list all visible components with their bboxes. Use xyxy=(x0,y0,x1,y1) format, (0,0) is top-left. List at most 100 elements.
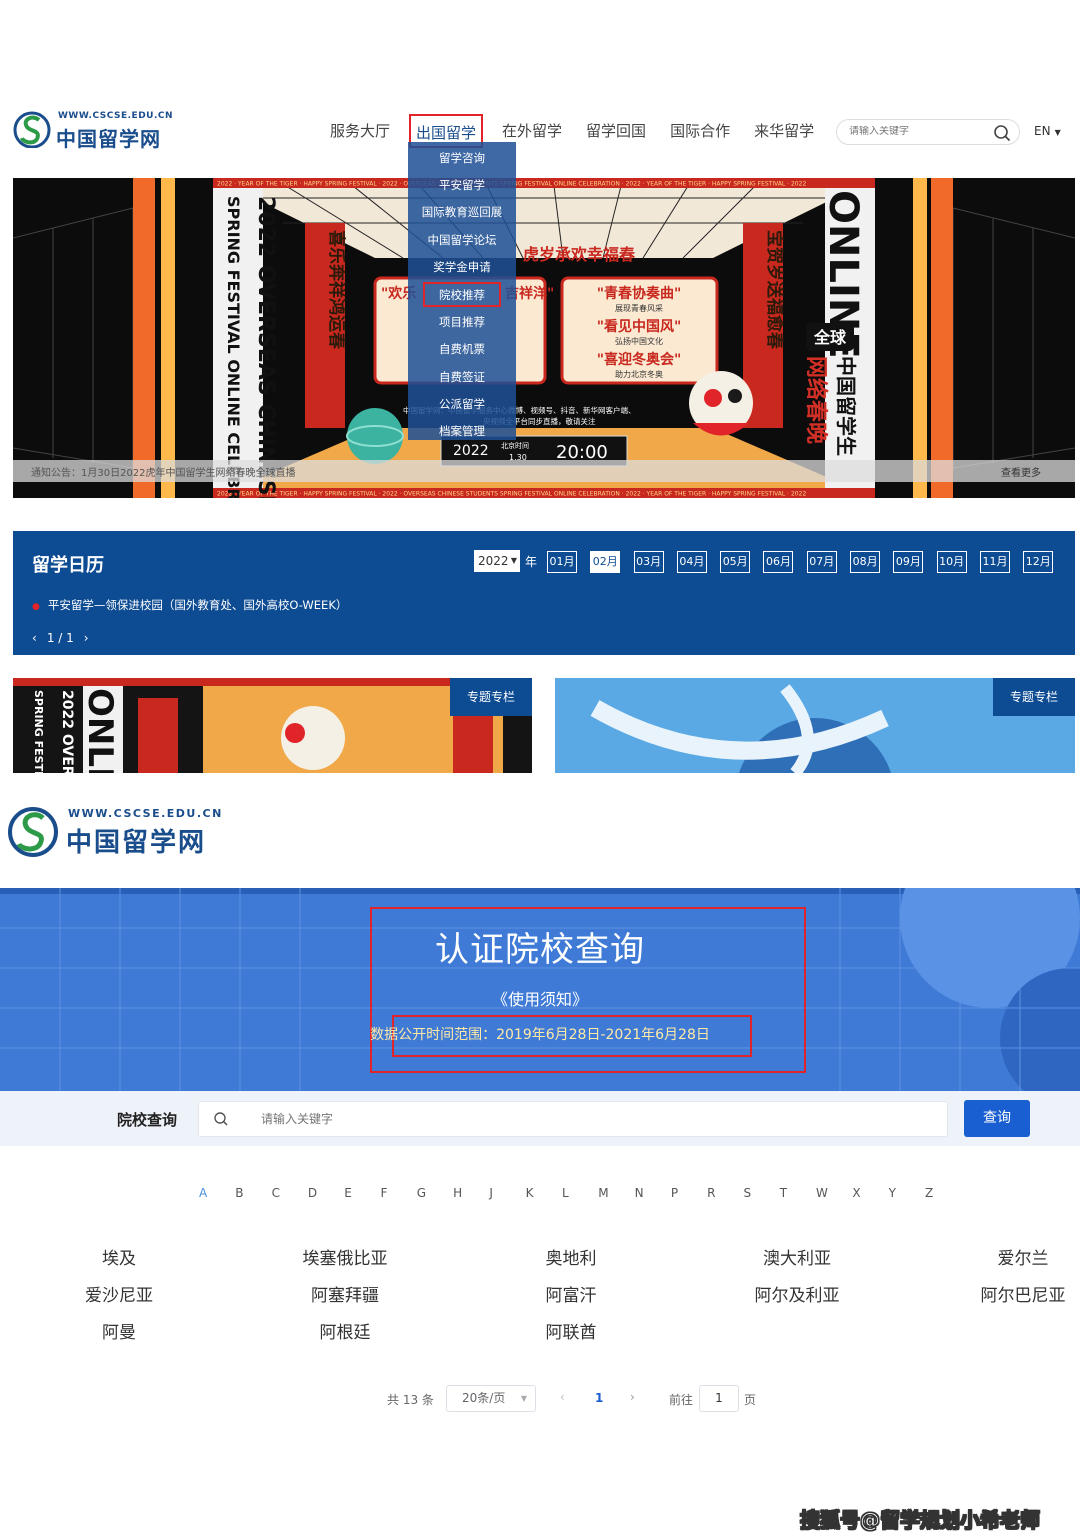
logo-url: WWW.CSCSE.EDU.CN xyxy=(68,807,223,820)
letter-filter[interactable]: R xyxy=(707,1186,743,1200)
letter-filter[interactable]: G xyxy=(417,1186,453,1200)
month-tab[interactable]: 12月 xyxy=(1023,551,1054,573)
letter-filter[interactable]: S xyxy=(743,1186,779,1200)
feature-card-right[interactable]: 专题专栏 xyxy=(555,678,1075,773)
letter-filter[interactable]: F xyxy=(380,1186,416,1200)
dropdown-item-scholarship[interactable]: 奖学金申请 xyxy=(408,254,516,281)
banner-couplet-left: 喜乐奔祥鸿运春 xyxy=(326,230,347,349)
month-tab[interactable]: 03月 xyxy=(633,551,664,573)
letter-filter[interactable]: C xyxy=(272,1186,308,1200)
chevron-down-icon: ▼ xyxy=(510,556,517,565)
month-tab[interactable]: 08月 xyxy=(850,551,881,573)
chevron-right-icon[interactable]: › xyxy=(84,631,89,645)
view-more-link[interactable]: 查看更多 xyxy=(1001,464,1041,479)
letter-filter[interactable]: E xyxy=(344,1186,380,1200)
dropdown-item-edu-expo[interactable]: 国际教育巡回展 xyxy=(408,199,516,226)
language-switch[interactable]: EN ▼ xyxy=(1034,124,1061,138)
nav-intl-cooperation[interactable]: 国际合作 xyxy=(658,120,742,144)
country-item[interactable]: 爱尔兰 xyxy=(998,1244,1049,1269)
dropdown-item-safe-study[interactable]: 平安留学 xyxy=(408,172,516,199)
country-item[interactable]: 埃及 xyxy=(102,1244,136,1269)
dropdown-item-school-recommend[interactable]: 院校推荐 xyxy=(423,281,501,307)
query-button[interactable]: 查询 xyxy=(964,1100,1030,1137)
page-size-select[interactable]: 20条/页 ▼ xyxy=(446,1385,536,1412)
chevron-left-icon[interactable]: ‹ xyxy=(560,1390,565,1404)
banner-year: 2022 xyxy=(453,443,489,459)
card-left-online: ONLINE xyxy=(80,688,120,773)
caret-down-icon: ▼ xyxy=(1054,128,1061,137)
country-item[interactable]: 阿曼 xyxy=(102,1318,136,1343)
letter-filter[interactable]: T xyxy=(780,1186,816,1200)
dropdown-item-flight[interactable]: 自费机票 xyxy=(408,336,516,363)
nav-study-in-china[interactable]: 来华留学 xyxy=(742,120,826,144)
letter-filter-a[interactable]: A xyxy=(199,1186,235,1200)
pager-goto-label: 前往 xyxy=(669,1393,694,1407)
letter-filter[interactable]: N xyxy=(635,1186,671,1200)
letter-filter[interactable]: X xyxy=(852,1186,888,1200)
month-tab[interactable]: 10月 xyxy=(936,551,967,573)
month-tab[interactable]: 01月 xyxy=(547,551,577,573)
letter-filter[interactable]: K xyxy=(526,1186,562,1200)
usage-notice-link[interactable]: 《使用须知》 xyxy=(0,986,1080,1010)
dropdown-item-program[interactable]: 项目推荐 xyxy=(408,309,516,336)
country-item[interactable]: 阿富汗 xyxy=(546,1281,597,1306)
banner-panel-right-2-sub: 弘扬中国文化 xyxy=(615,336,663,346)
dropdown-item-govt-sponsored[interactable]: 公派留学 xyxy=(408,391,516,418)
month-tab[interactable]: 09月 xyxy=(893,551,924,573)
feature-card-left[interactable]: 2022 OVERSEAS SPRING FESTIVAL ONLINE 专题专… xyxy=(13,678,532,773)
search-page-logo[interactable]: WWW.CSCSE.EDU.CN 中国留学网 xyxy=(6,800,221,862)
chevron-left-icon[interactable]: ‹ xyxy=(32,631,37,645)
pager-current-page[interactable]: 1 xyxy=(595,1391,603,1405)
letter-filter[interactable]: P xyxy=(671,1186,707,1200)
year-select[interactable]: 2022 ▼ xyxy=(474,550,520,572)
letter-filter[interactable]: H xyxy=(453,1186,489,1200)
month-tab[interactable]: 06月 xyxy=(763,551,794,573)
letter-filter[interactable]: Y xyxy=(889,1186,925,1200)
country-item[interactable]: 阿尔巴尼亚 xyxy=(981,1281,1066,1306)
dropdown-item-archives[interactable]: 档案管理 xyxy=(408,418,516,445)
letter-filter[interactable]: D xyxy=(308,1186,344,1200)
hero-banner[interactable]: 2022 · YEAR OF THE TIGER · HAPPY SPRING … xyxy=(13,178,1075,498)
calendar-event[interactable]: ● 平安留学—领保进校园（国外教育处、国外高校O-WEEK） xyxy=(32,597,347,613)
query-field[interactable] xyxy=(198,1101,948,1137)
source-watermark: 搜狐号@留学规划小希老师 xyxy=(800,1508,1041,1533)
dropdown-item-consult[interactable]: 留学咨询 xyxy=(408,145,516,172)
search-icon[interactable] xyxy=(993,124,1011,146)
nav-service-hall[interactable]: 服务大厅 xyxy=(318,120,402,144)
country-item[interactable]: 奥地利 xyxy=(546,1244,597,1269)
dropdown-item-forum[interactable]: 中国留学论坛 xyxy=(408,227,516,254)
header-search[interactable] xyxy=(836,119,1020,145)
country-item[interactable]: 阿塞拜疆 xyxy=(311,1281,379,1306)
letter-filter[interactable]: Z xyxy=(925,1186,961,1200)
pager-goto-input[interactable]: 1 xyxy=(699,1385,739,1412)
letter-filter[interactable]: J xyxy=(489,1186,525,1200)
country-item[interactable]: 阿联酋 xyxy=(546,1318,597,1343)
letter-filter[interactable]: B xyxy=(235,1186,271,1200)
card-tag-right: 专题专栏 xyxy=(993,678,1075,716)
country-item[interactable]: 爱沙尼亚 xyxy=(85,1281,153,1306)
country-item[interactable]: 阿尔及利亚 xyxy=(755,1281,840,1306)
nav-studying-abroad[interactable]: 在外留学 xyxy=(490,120,574,144)
notice-text[interactable]: 通知公告：1月30日2022虎年中国留学生网络春晚全球直播 xyxy=(31,464,296,479)
dropdown-item-visa[interactable]: 自费签证 xyxy=(408,364,516,391)
header-search-input[interactable] xyxy=(849,126,989,137)
month-tab[interactable]: 05月 xyxy=(720,551,751,573)
pagination: 共 13 条 20条/页 ▼ ‹ 1 › 前往 1 页 xyxy=(0,1385,1080,1413)
chevron-right-icon[interactable]: › xyxy=(630,1390,635,1404)
country-item[interactable]: 阿根廷 xyxy=(320,1318,371,1343)
month-tab[interactable]: 04月 xyxy=(676,551,707,573)
nav-return-home[interactable]: 留学回国 xyxy=(574,120,658,144)
country-item[interactable]: 埃塞俄比亚 xyxy=(303,1244,388,1269)
month-tab[interactable]: 11月 xyxy=(979,551,1010,573)
country-item[interactable]: 澳大利亚 xyxy=(763,1244,831,1269)
year-value: 2022 xyxy=(478,554,509,568)
site-logo[interactable]: WWW.CSCSE.EDU.CN 中国留学网 xyxy=(12,108,173,154)
letter-filter[interactable]: M xyxy=(598,1186,634,1200)
letter-filter[interactable]: L xyxy=(562,1186,598,1200)
banner-stripe-bottom: 2022 · YEAR OF THE TIGER · HAPPY SPRING … xyxy=(217,491,806,498)
school-search-input[interactable] xyxy=(261,1112,861,1126)
banner-artwork: 2022 · YEAR OF THE TIGER · HAPPY SPRING … xyxy=(13,178,1075,498)
month-tab-selected[interactable]: 02月 xyxy=(590,551,621,573)
letter-filter[interactable]: W xyxy=(816,1186,852,1200)
month-tab[interactable]: 07月 xyxy=(806,551,837,573)
